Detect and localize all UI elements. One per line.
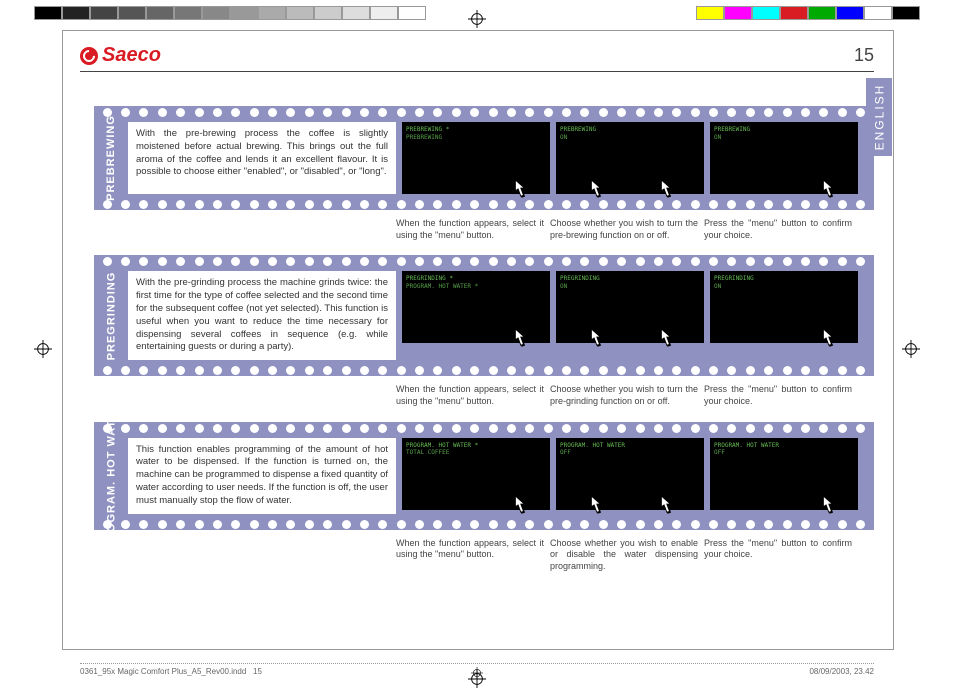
brand-logo-icon bbox=[80, 47, 98, 65]
color-swatch-bar-right bbox=[696, 6, 920, 20]
hand-pointer-icon bbox=[656, 178, 674, 200]
hand-pointer-icon bbox=[818, 494, 836, 516]
section-description: This function enables programming of the… bbox=[128, 438, 396, 514]
step-caption: When the function appears, select it usi… bbox=[396, 384, 544, 407]
film-strip: PROGRAM. HOT WATER This function enables … bbox=[94, 422, 874, 530]
lcd-screen: PROGRAM. HOT WATEROFF bbox=[710, 438, 858, 510]
hand-pointer-icon bbox=[510, 178, 528, 200]
step-caption: Press the "menu" button to confirm your … bbox=[704, 218, 852, 241]
footer-file: 0361_95x Magic Comfort Plus_A5_Rev00.ind… bbox=[80, 667, 262, 676]
section-label: PREGRINDING bbox=[100, 271, 122, 360]
hand-pointer-icon bbox=[510, 494, 528, 516]
section-description: With the pre-brewing process the coffee … bbox=[128, 122, 396, 194]
lcd-screen: PREGRINDING *PROGRAM. HOT WATER * bbox=[402, 271, 550, 343]
brand-logo: Saeco bbox=[80, 44, 161, 67]
hand-pointer-icon bbox=[656, 327, 674, 349]
hand-pointer-icon bbox=[586, 327, 604, 349]
hand-pointer-icon bbox=[818, 178, 836, 200]
registration-mark-icon bbox=[468, 10, 486, 28]
film-strip: PREGRINDING With the pre-grinding process… bbox=[94, 255, 874, 376]
page-number: 15 bbox=[854, 45, 874, 66]
lcd-screen: PREBREWING *PREBREWING bbox=[402, 122, 550, 194]
step-caption: Choose whether you wish to turn the pre-… bbox=[550, 218, 698, 241]
color-swatch-bar-left bbox=[34, 6, 426, 20]
section-label: PREBREWING bbox=[100, 122, 122, 194]
section-label: PROGRAM. HOT WATER bbox=[100, 438, 122, 514]
step-caption: When the function appears, select it usi… bbox=[396, 218, 544, 241]
lcd-screen: PROGRAM. HOT WATEROFF bbox=[556, 438, 704, 510]
lcd-screen: PROGRAM. HOT WATER *TOTAL COFFEE bbox=[402, 438, 550, 510]
step-caption: Choose whether you wish to turn the pre-… bbox=[550, 384, 698, 407]
hand-pointer-icon bbox=[510, 327, 528, 349]
hand-pointer-icon bbox=[586, 494, 604, 516]
film-strip: PREBREWING With the pre-brewing process t… bbox=[94, 106, 874, 210]
step-caption: When the function appears, select it usi… bbox=[396, 538, 544, 573]
lcd-screen: PREBREWINGON bbox=[556, 122, 704, 194]
registration-mark-icon bbox=[902, 340, 920, 358]
step-caption: Press the "menu" button to confirm your … bbox=[704, 538, 852, 573]
hand-pointer-icon bbox=[818, 327, 836, 349]
hand-pointer-icon bbox=[586, 178, 604, 200]
brand-logo-text: Saeco bbox=[102, 44, 161, 67]
lcd-screen: PREGRINDINGON bbox=[556, 271, 704, 343]
footer: 0361_95x Magic Comfort Plus_A5_Rev00.ind… bbox=[80, 663, 874, 676]
step-caption: Press the "menu" button to confirm your … bbox=[704, 384, 852, 407]
main-content: PREBREWING With the pre-brewing process t… bbox=[94, 106, 874, 587]
language-tab-label: ENGLISH bbox=[872, 84, 886, 151]
section-description: With the pre-grinding process the machin… bbox=[128, 271, 396, 360]
footer-reg-icon bbox=[471, 667, 483, 681]
footer-date: 08/09/2003, 23.42 bbox=[809, 667, 874, 676]
hand-pointer-icon bbox=[656, 494, 674, 516]
page-header: Saeco 15 bbox=[80, 44, 874, 72]
step-caption: Choose whether you wish to enable or dis… bbox=[550, 538, 698, 573]
lcd-screen: PREBREWINGON bbox=[710, 122, 858, 194]
lcd-screen: PREGRINDINGON bbox=[710, 271, 858, 343]
registration-mark-icon bbox=[34, 340, 52, 358]
